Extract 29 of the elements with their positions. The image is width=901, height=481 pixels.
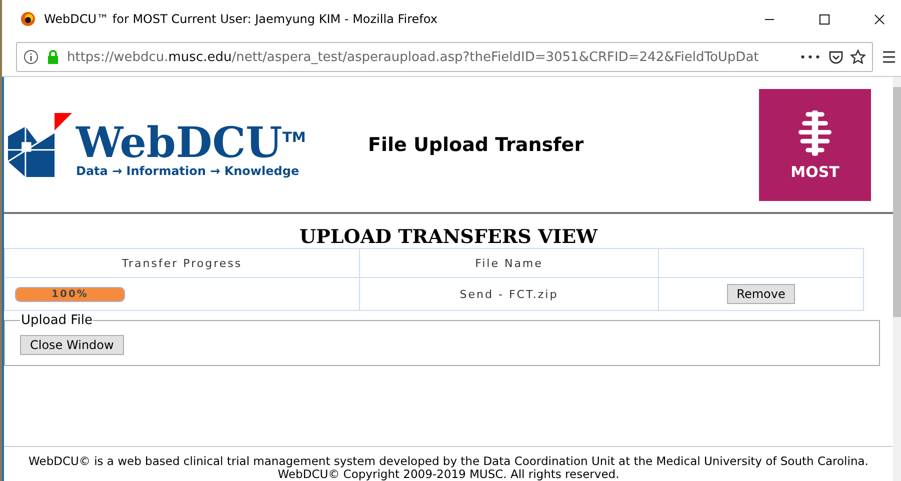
url-text: https://webdcu.musc.edu/nett/aspera_test/asperaupload.asp?theFieldID=3051&CRFID=242&FieldToUpDat xyxy=(67,50,760,64)
address-bar[interactable]: https://webdcu.musc.edu/nett/aspera_test/asperaupload.asp?theFieldID=3051&CRFID=242&FieldToUpDat ••• xyxy=(16,42,873,72)
window-title: WebDCU™ for MOST Current User: Jaemyung KIM - Mozilla Firefox xyxy=(44,12,438,26)
footer-text: WebDCU© Copyright 2009-2019 MUSC. All rights reserved. xyxy=(278,468,620,481)
close-window-button[interactable]: Close Window xyxy=(20,335,124,355)
footer-text: WebDCU© is a web based clinical trial management system developed by the Data Coordination Unit at the Medical University of South Carolina. xyxy=(28,455,870,468)
column-header: File Name xyxy=(360,248,658,278)
file-name: Send - FCT.zip xyxy=(460,288,558,300)
maximize-icon[interactable] xyxy=(819,14,830,24)
group-legend: Upload File xyxy=(20,313,94,328)
scrollbar[interactable] xyxy=(893,77,901,481)
info-icon xyxy=(23,49,39,65)
logo-tagline: Data → Information → Knowledge xyxy=(76,164,300,178)
star-icon[interactable] xyxy=(850,49,866,65)
progress-label: 100% xyxy=(50,288,90,300)
close-icon[interactable] xyxy=(874,14,885,24)
page-title: File Upload Transfer xyxy=(368,134,585,156)
menu-icon[interactable] xyxy=(881,49,897,65)
lock-icon xyxy=(45,49,61,65)
browser-logo-icon xyxy=(20,11,36,27)
badge-label: MOST xyxy=(790,162,840,180)
page-actions-button[interactable]: ••• xyxy=(800,50,822,64)
section-heading: UPLOAD TRANSFERS VIEW xyxy=(298,226,599,248)
brain-icon xyxy=(797,108,833,158)
pocket-icon[interactable] xyxy=(828,49,844,65)
logo-wordmark: WebDCU$^{TM}$ xyxy=(76,122,306,164)
remove-button[interactable]: Remove xyxy=(726,284,796,304)
column-header: Transfer Progress xyxy=(4,248,360,278)
checkmark-logo-icon xyxy=(8,112,72,178)
